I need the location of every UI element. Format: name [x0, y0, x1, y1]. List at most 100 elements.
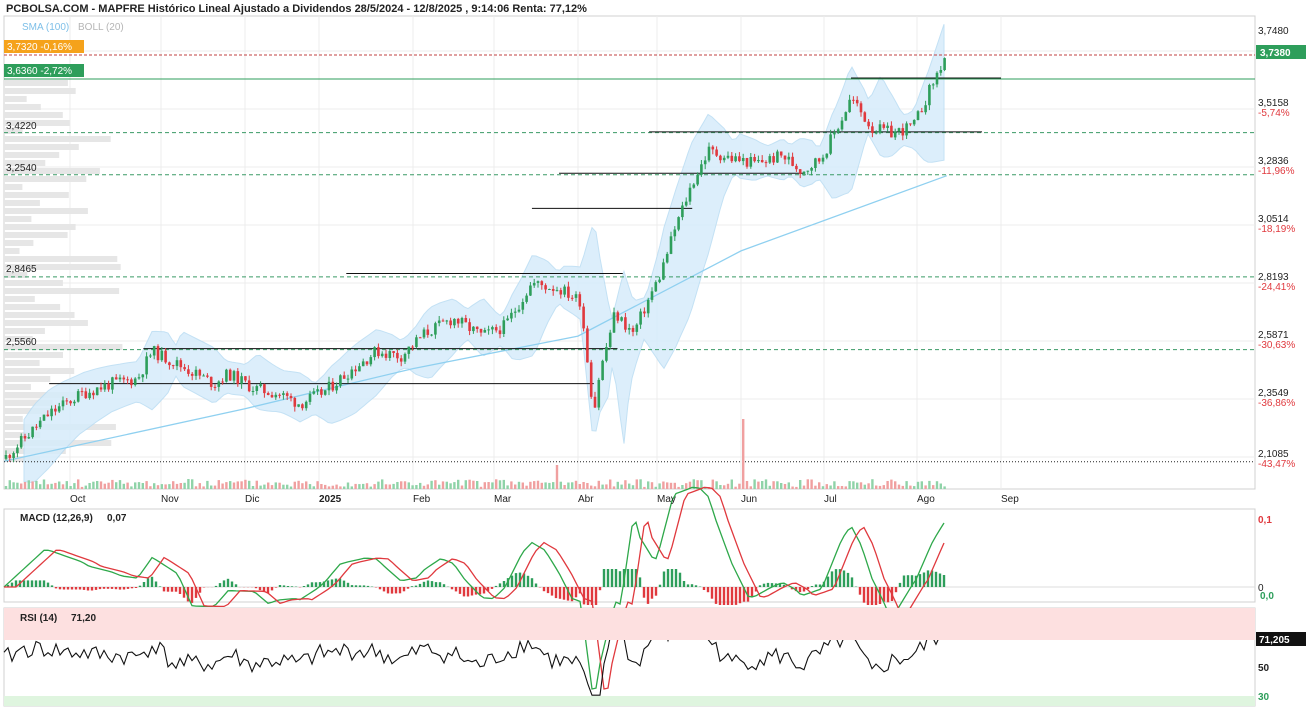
volume-bar	[829, 485, 832, 489]
volume-bar	[726, 483, 730, 489]
candle-body	[12, 453, 15, 458]
volume-bar	[574, 480, 578, 489]
volume-bar	[236, 481, 239, 489]
candle-body	[578, 294, 582, 307]
volume-bar	[4, 486, 8, 489]
candle-body	[719, 155, 722, 161]
candle-body	[69, 401, 72, 404]
candle-body	[396, 352, 399, 359]
candle-body	[646, 299, 650, 314]
volume-bar	[768, 485, 771, 489]
volume-bar	[362, 483, 365, 489]
candle-body	[791, 156, 794, 166]
volume-bar	[73, 483, 76, 489]
candle-body	[612, 312, 616, 333]
candle-body	[464, 318, 468, 323]
candle-body	[798, 169, 802, 174]
rsi-axis-30: 30	[1258, 692, 1270, 703]
macd-histogram-bar	[686, 584, 690, 587]
candle-body	[225, 369, 228, 382]
volume-bar	[856, 482, 859, 489]
macd-histogram-bar	[726, 587, 730, 605]
candle-body	[502, 320, 506, 334]
volume-bar	[194, 486, 198, 489]
volume-bar	[833, 481, 836, 489]
volume-profile-bar	[4, 312, 75, 318]
candle-body	[479, 328, 483, 333]
candle-body	[236, 371, 240, 384]
candle-body	[924, 105, 927, 113]
candle-body	[620, 317, 623, 321]
level-label-2: 3,2540	[6, 163, 37, 174]
volume-bar	[187, 479, 190, 489]
candle-body	[411, 346, 414, 348]
macd-histogram-bar	[602, 569, 606, 587]
volume-bar	[624, 480, 627, 489]
volume-bar	[787, 482, 790, 489]
candle-body	[498, 330, 502, 335]
candle-body	[316, 389, 319, 392]
macd-histogram-bar	[842, 570, 846, 587]
candle-body	[939, 70, 943, 73]
first-tag: 3,7320 -0,16%	[7, 42, 72, 53]
macd-histogram-bar	[158, 586, 162, 587]
volume-profile-bar	[4, 352, 63, 358]
macd-histogram-bar	[542, 587, 546, 592]
macd-histogram-bar	[278, 585, 282, 587]
volume-bar	[308, 484, 312, 489]
candle-body	[852, 99, 855, 101]
candle-body	[171, 365, 175, 367]
candle-body	[532, 282, 536, 286]
macd-histogram-bar	[458, 587, 462, 594]
volume-bar	[350, 486, 353, 489]
macd-histogram-bar	[54, 587, 58, 589]
candle-body	[684, 201, 688, 206]
volume-bar	[863, 484, 866, 489]
candle-body	[749, 157, 753, 167]
volume-profile-bar	[4, 360, 40, 366]
macd-histogram-bar	[74, 587, 78, 590]
candle-body	[548, 289, 551, 290]
candle-body	[54, 408, 57, 412]
volume-bar	[905, 481, 908, 489]
volume-bar	[536, 480, 540, 489]
candle-body	[836, 129, 840, 133]
candle-body	[586, 328, 589, 363]
macd-histogram-bar	[78, 587, 82, 590]
volume-bar	[928, 480, 931, 489]
volume-profile-bar	[4, 136, 111, 142]
candle-body	[893, 131, 897, 138]
candle-body	[38, 420, 42, 428]
volume-bar	[373, 484, 376, 489]
volume-bar	[411, 485, 414, 489]
macd-histogram-bar	[454, 587, 458, 592]
axis-price-1: 3,7480	[1258, 26, 1289, 37]
macd-histogram-bar	[934, 571, 938, 587]
candle-body	[213, 386, 217, 388]
volume-bar	[183, 482, 186, 489]
macd-histogram-bar	[390, 587, 394, 594]
candle-body	[905, 123, 908, 136]
macd-histogram-bar	[362, 585, 366, 587]
candle-body	[232, 371, 236, 381]
last-price-label: 3,7380	[1260, 48, 1291, 59]
candle-body	[878, 124, 882, 133]
volume-bar	[852, 481, 855, 489]
macd-histogram-bar	[734, 587, 738, 605]
macd-histogram-bar	[178, 587, 182, 594]
macd-histogram-bar	[174, 587, 178, 592]
candle-body	[194, 369, 198, 376]
macd-histogram-bar	[706, 587, 710, 593]
volume-bar	[84, 485, 87, 489]
candle-body	[521, 302, 525, 310]
volume-bar	[213, 485, 217, 489]
axis-pct-3: -11,96%	[1258, 166, 1295, 177]
macd-histogram-bar	[718, 587, 722, 605]
macd-histogram-bar	[122, 587, 126, 590]
macd-histogram-bar	[690, 584, 694, 587]
volume-bar	[745, 481, 749, 489]
volume-bar	[521, 482, 524, 489]
volume-profile-bar	[4, 376, 51, 382]
candle-body	[130, 379, 133, 386]
candle-body	[426, 329, 430, 335]
